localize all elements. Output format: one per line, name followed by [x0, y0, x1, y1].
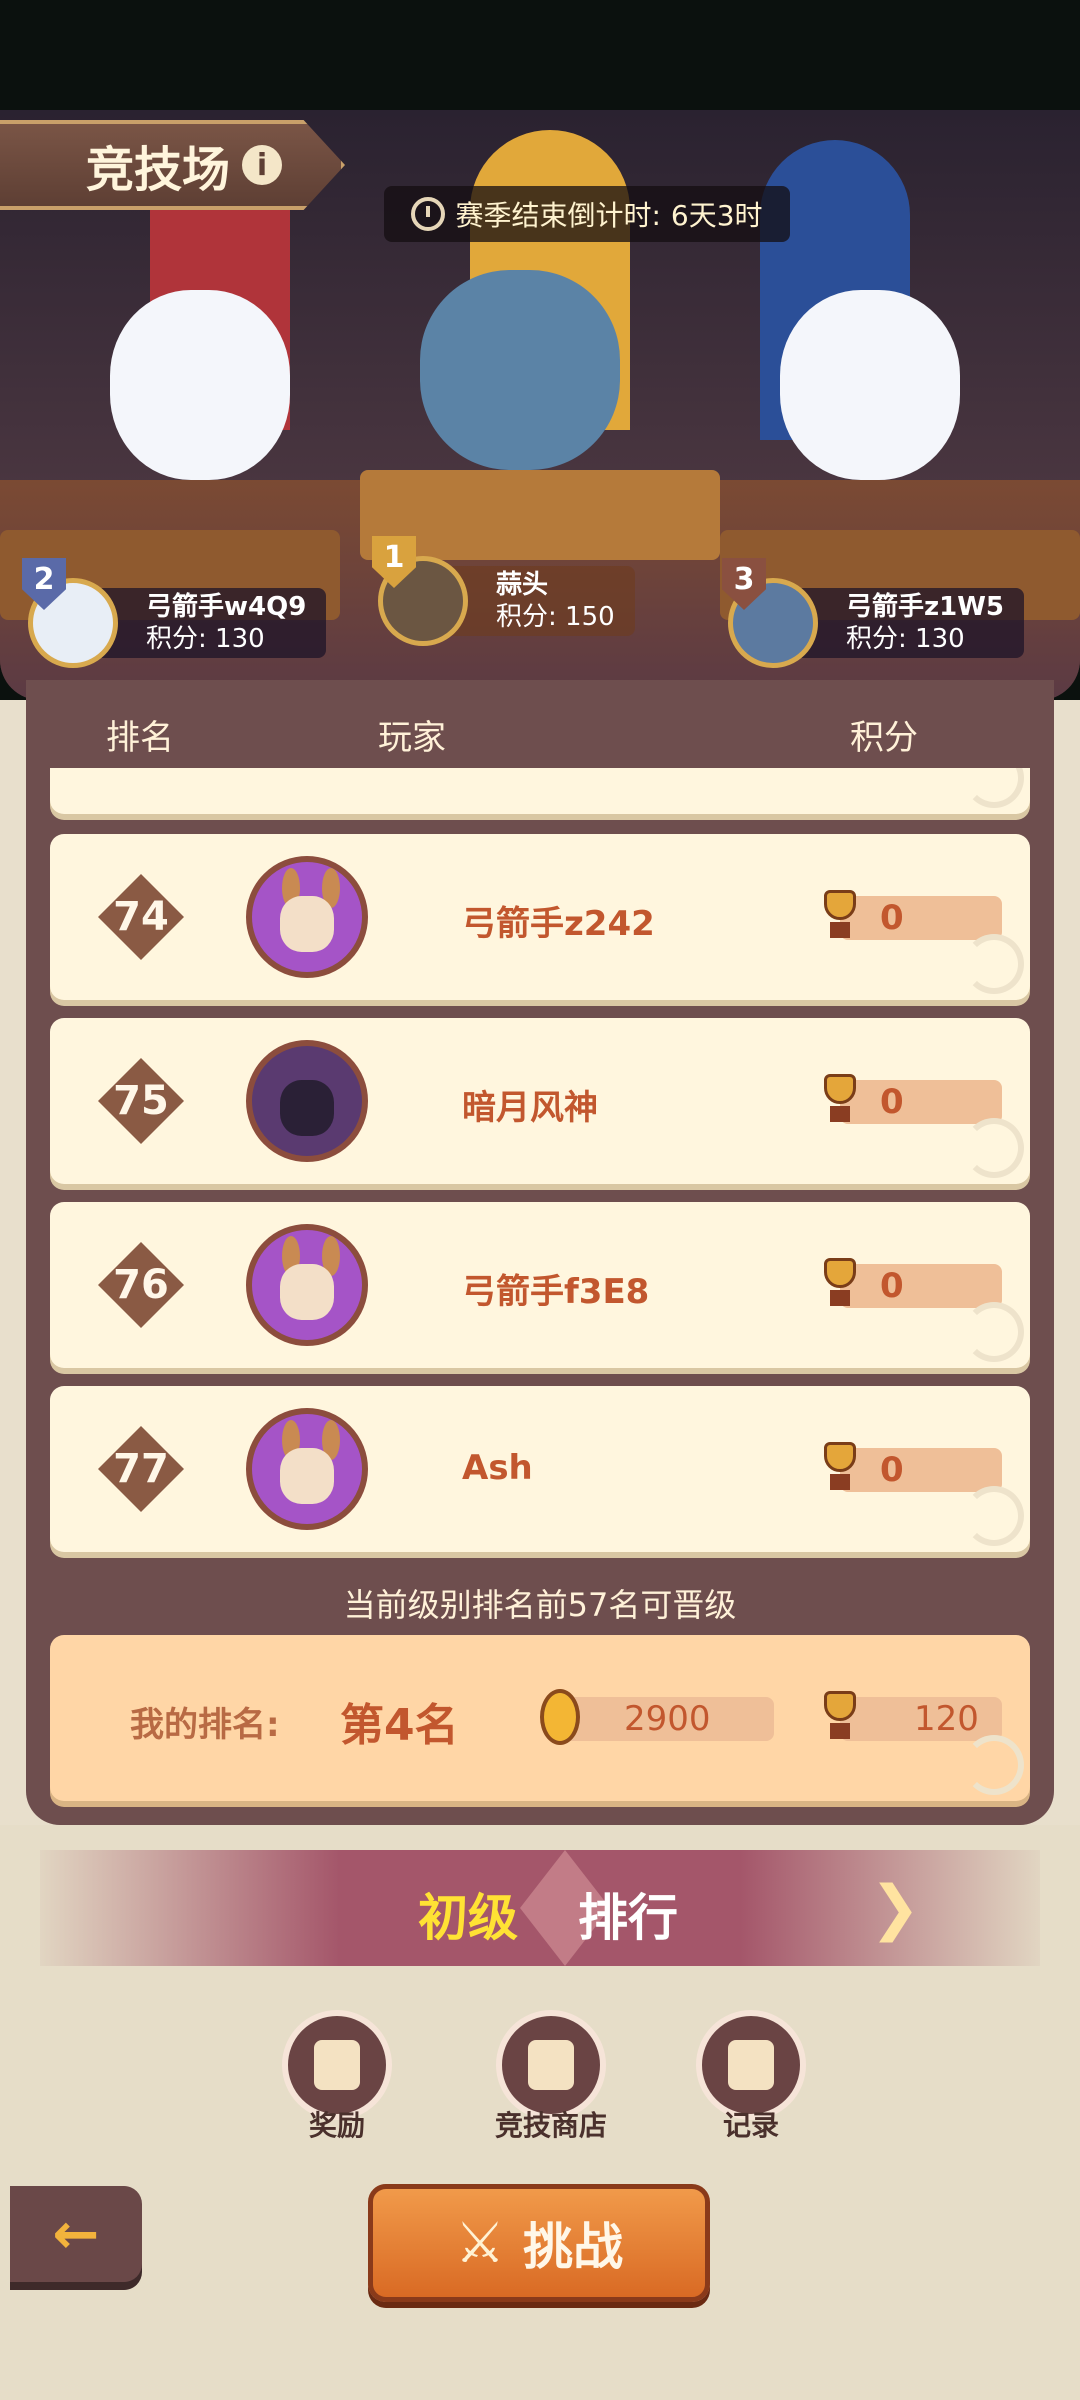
list-item[interactable]: 76 弓箭手f3E8 0	[50, 1202, 1030, 1368]
player-name: 弓箭手z242	[462, 904, 655, 944]
player-score: 积分: 130	[146, 624, 265, 654]
player-score: 积分: 150	[496, 602, 615, 632]
leaderboard-list[interactable]: 74 弓箭手z242 0 75 暗月风神 0 76 弓箭手f3E8 0 77 A…	[50, 768, 1060, 1558]
back-button[interactable]: ←	[10, 2186, 142, 2282]
rabbit-goggles-avatar	[246, 1224, 368, 1346]
trophy-icon	[820, 1074, 860, 1126]
arrow-left-icon: ←	[52, 2201, 100, 2267]
podium-card-rank-2[interactable]: 2 弓箭手w4Q9 积分: 130	[22, 558, 328, 668]
player-name: 弓箭手f3E8	[462, 1272, 650, 1312]
info-icon[interactable]: i	[242, 145, 283, 185]
list-item[interactable]: 77 Ash 0	[50, 1386, 1030, 1552]
trophy-icon	[820, 1442, 860, 1494]
leaderboard-header: 排名 玩家 积分	[26, 680, 1054, 768]
list-item[interactable]: 75 暗月风神 0	[50, 1018, 1030, 1184]
player-name: 蒜头	[496, 570, 549, 600]
crossed-swords-icon: ⚔	[454, 2210, 506, 2276]
countdown-label: 赛季结束倒计时:	[455, 199, 661, 232]
clipboard-icon	[728, 2040, 774, 2090]
title-plate: 竞技场 i	[0, 120, 345, 210]
rank-badge: 77	[98, 1426, 184, 1512]
season-countdown: 赛季结束倒计时: 6天3时	[384, 186, 790, 242]
player-score: 0	[880, 1450, 904, 1490]
player-name: 弓箭手w4Q9	[146, 592, 307, 622]
promotion-note: 当前级别排名前57名可晋级	[343, 1586, 737, 1624]
coin-icon	[540, 1689, 580, 1745]
column-player: 玩家	[378, 718, 446, 758]
challenge-label: 挑战	[523, 2218, 624, 2276]
swirl-decoration	[964, 1302, 1024, 1362]
rewards-label: 奖励	[308, 2109, 365, 2142]
status-bar	[0, 0, 1080, 110]
tier-bar: 初级 排行 ❯	[40, 1850, 1040, 1966]
list-item[interactable]	[50, 768, 1030, 814]
rank-badge: 75	[98, 1058, 184, 1144]
arena-screen: 竞技场 i 赛季结束倒计时: 6天3时 2 弓箭手w4Q9 积分: 130 1 …	[0, 0, 1080, 2400]
score-pill	[840, 1264, 1002, 1308]
podium-card-rank-1[interactable]: 1 蒜头 积分: 150	[372, 536, 678, 646]
player-score: 0	[880, 898, 904, 938]
gift-icon	[314, 2040, 360, 2090]
swirl-decoration	[964, 768, 1024, 808]
player-name: 弓箭手z1W5	[846, 592, 1004, 622]
my-rank-label: 我的排名:	[130, 1705, 280, 1745]
coin-amount: 2900	[624, 1699, 711, 1739]
player-score: 0	[880, 1266, 904, 1306]
hooded-mage-avatar	[246, 1040, 368, 1162]
score-pill	[840, 1080, 1002, 1124]
tier-level: 初级	[418, 1889, 518, 1947]
trophy-icon	[820, 1258, 860, 1310]
podium-card-rank-3[interactable]: 3 弓箭手z1W5 积分: 130	[722, 558, 1048, 668]
player-name: Ash	[462, 1448, 533, 1488]
arena-shop-label: 竞技商店	[494, 2109, 607, 2142]
clock-icon	[411, 197, 446, 231]
my-score: 120	[914, 1699, 979, 1739]
shop-bag-icon	[528, 2040, 574, 2090]
polar-bear-character-right	[780, 290, 960, 480]
challenge-button[interactable]: ⚔ 挑战	[368, 2184, 710, 2302]
page-title: 竞技场	[86, 142, 231, 198]
player-name: 暗月风神	[462, 1088, 598, 1128]
rank-badge: 76	[98, 1242, 184, 1328]
my-rank-card: 我的排名: 第4名 2900 120	[50, 1635, 1030, 1801]
player-score: 积分: 130	[846, 624, 965, 654]
score-pill	[840, 1448, 1002, 1492]
swirl-decoration	[964, 934, 1024, 994]
rabbit-goggles-avatar	[246, 856, 368, 978]
swirl-decoration	[964, 1118, 1024, 1178]
countdown-value: 6天3时	[670, 199, 763, 232]
trophy-icon	[820, 1691, 860, 1743]
records-label: 记录	[722, 2109, 779, 2142]
column-rank: 排名	[106, 718, 174, 758]
swirl-decoration	[964, 1486, 1024, 1546]
polar-bear-character-left	[110, 290, 290, 480]
rabbit-goggles-avatar	[246, 1408, 368, 1530]
chevron-right-icon[interactable]: ❯	[870, 1876, 930, 1940]
score-pill	[840, 896, 1002, 940]
my-rank-value: 第4名	[340, 1700, 459, 1751]
leaderboard-panel: 排名 玩家 积分 74 弓箭手z242 0 75 暗月风神 0 76 弓箭手f3…	[26, 680, 1054, 1825]
player-score: 0	[880, 1082, 904, 1122]
rank-badge: 74	[98, 874, 184, 960]
swirl-decoration	[964, 1735, 1024, 1795]
shark-pirate-character	[420, 270, 620, 470]
list-item[interactable]: 74 弓箭手z242 0	[50, 834, 1030, 1000]
tier-label: 排行	[578, 1889, 678, 1947]
column-score: 积分	[850, 718, 918, 758]
trophy-icon	[820, 890, 860, 942]
